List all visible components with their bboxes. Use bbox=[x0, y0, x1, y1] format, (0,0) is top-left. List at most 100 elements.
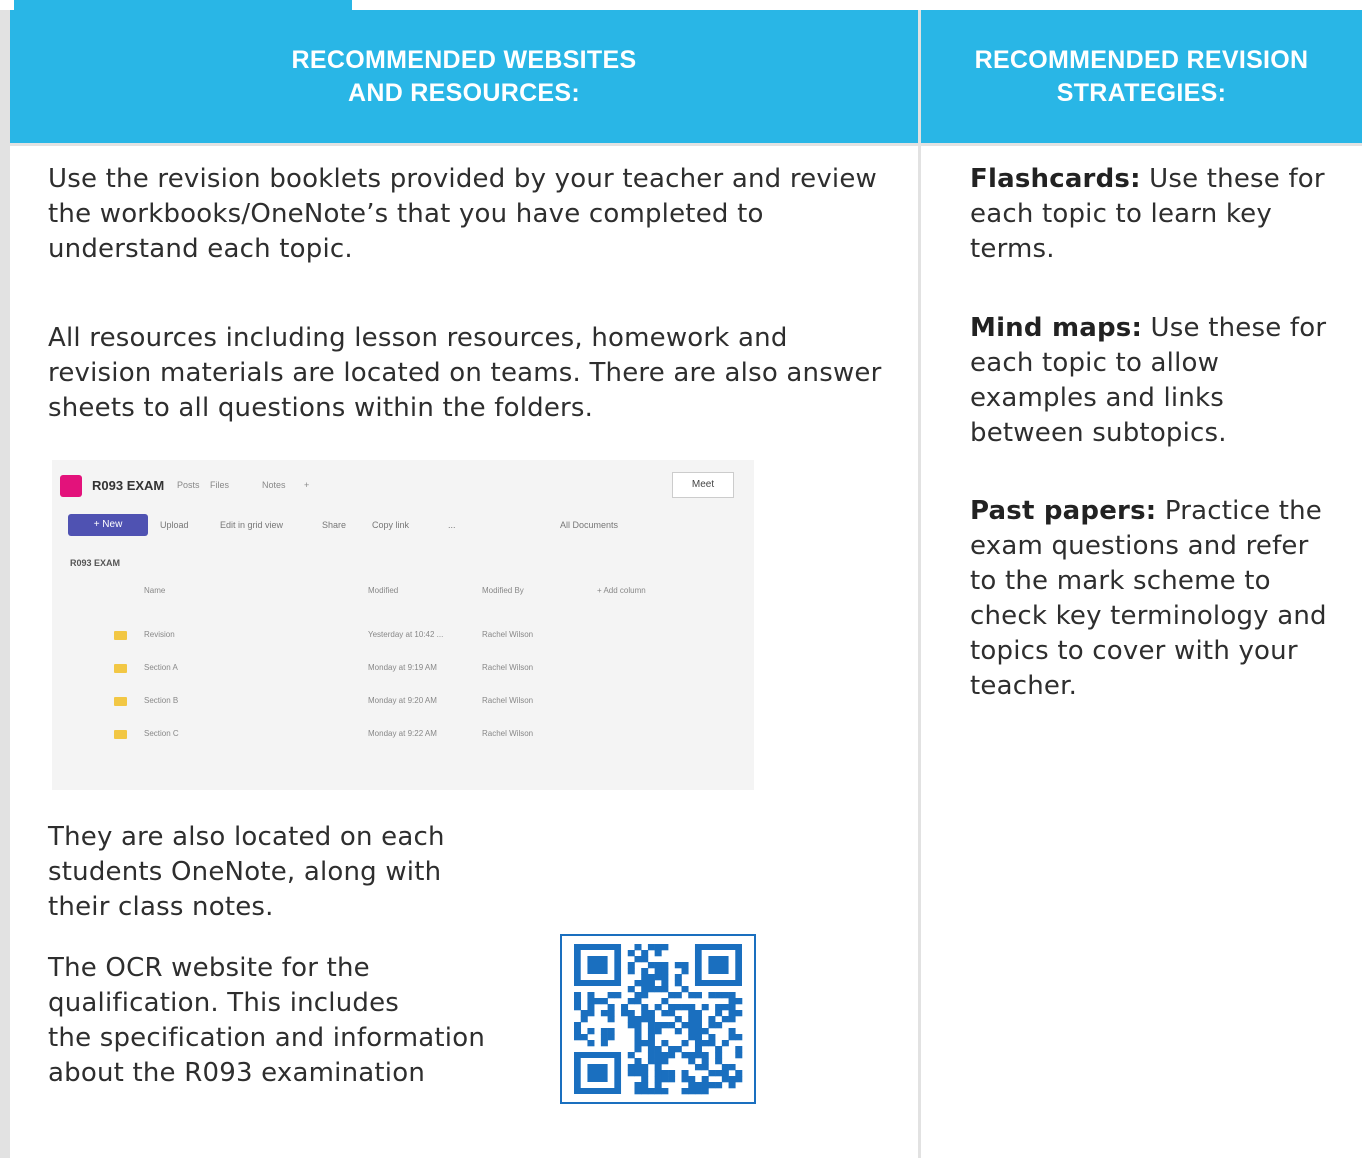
file-modified-by: Rachel Wilson bbox=[482, 630, 534, 639]
qr-module bbox=[647, 1034, 655, 1041]
toolbar-upload: Upload bbox=[160, 520, 189, 530]
qr-module bbox=[728, 1004, 736, 1011]
strategy-flashcards-title: Flashcards: bbox=[970, 164, 1141, 194]
qr-module bbox=[661, 968, 669, 975]
qr-module bbox=[681, 1076, 689, 1083]
file-name: Section C bbox=[144, 729, 179, 738]
top-tab-accent bbox=[14, 0, 352, 10]
qr-module bbox=[641, 950, 649, 957]
qr-module bbox=[708, 1070, 716, 1077]
qr-module bbox=[600, 1034, 608, 1041]
qr-module bbox=[621, 1004, 629, 1011]
qr-module bbox=[634, 998, 642, 1005]
qr-module bbox=[715, 1046, 723, 1053]
strategy-mind-maps: Mind maps: Use these for each topic to a… bbox=[970, 311, 1340, 451]
team-logo-icon bbox=[60, 475, 82, 497]
qr-module bbox=[641, 980, 649, 987]
qr-module bbox=[694, 1088, 702, 1095]
file-modified: Yesterday at 10:42 ... bbox=[368, 630, 444, 639]
qr-module bbox=[661, 1088, 669, 1095]
team-name: R093 EXAM bbox=[92, 478, 165, 493]
file-name: Revision bbox=[144, 630, 175, 639]
qr-module bbox=[721, 1016, 729, 1023]
left-border bbox=[0, 10, 10, 1158]
qr-module bbox=[694, 1052, 702, 1059]
qr-module bbox=[600, 1028, 608, 1035]
qr-module bbox=[647, 1010, 655, 1017]
qr-module bbox=[627, 1016, 635, 1023]
qr-module bbox=[735, 1052, 743, 1059]
qr-module bbox=[668, 1046, 676, 1053]
file-row: Section B Monday at 9:20 AM Rachel Wilso… bbox=[52, 684, 754, 716]
qr-module bbox=[708, 1034, 716, 1041]
qr-module bbox=[688, 1052, 696, 1059]
qr-module bbox=[647, 1028, 655, 1035]
qr-module bbox=[587, 992, 595, 999]
qr-module bbox=[694, 1028, 702, 1035]
qr-module bbox=[721, 1004, 729, 1011]
folder-icon bbox=[114, 697, 127, 706]
qr-module bbox=[627, 1064, 635, 1071]
qr-module bbox=[634, 992, 642, 999]
qr-module bbox=[607, 992, 615, 999]
qr-module bbox=[607, 1010, 615, 1017]
file-modified-by: Rachel Wilson bbox=[482, 729, 534, 738]
resources-paragraph-ocr: The OCR website for the qualification. T… bbox=[48, 953, 486, 1088]
qr-module bbox=[641, 992, 649, 999]
qr-module bbox=[641, 1088, 649, 1095]
qr-module bbox=[600, 1040, 608, 1047]
qr-module bbox=[728, 1064, 736, 1071]
qr-module bbox=[708, 1016, 716, 1023]
qr-module bbox=[688, 1004, 696, 1011]
qr-module bbox=[654, 1028, 662, 1035]
qr-module bbox=[654, 1052, 662, 1059]
header-left-line2: AND RESOURCES: bbox=[348, 78, 580, 107]
qr-module bbox=[681, 1070, 689, 1077]
qr-module bbox=[627, 1022, 635, 1029]
qr-module bbox=[647, 1058, 655, 1065]
qr-module bbox=[634, 1058, 642, 1065]
qr-module bbox=[641, 974, 649, 981]
qr-module bbox=[634, 1028, 642, 1035]
qr-module bbox=[647, 986, 655, 993]
qr-module bbox=[668, 1022, 676, 1029]
qr-module bbox=[627, 1010, 635, 1017]
qr-module bbox=[654, 974, 662, 981]
qr-code-icon[interactable] bbox=[560, 934, 756, 1104]
qr-module bbox=[728, 1010, 736, 1017]
qr-module bbox=[641, 1016, 649, 1023]
qr-module bbox=[627, 1070, 635, 1077]
strategy-past-papers-text: Practice the exam questions and refer to… bbox=[970, 496, 1327, 701]
qr-module bbox=[654, 1076, 662, 1083]
file-row: Revision Yesterday at 10:42 ... Rachel W… bbox=[52, 618, 754, 650]
qr-module bbox=[587, 1010, 595, 1017]
qr-module bbox=[654, 1070, 662, 1077]
tab-add: + bbox=[304, 480, 310, 490]
strategy-flashcards: Flashcards: Use these for each topic to … bbox=[970, 162, 1340, 267]
qr-module bbox=[674, 1028, 682, 1035]
qr-module bbox=[580, 1016, 588, 1023]
qr-module bbox=[688, 1028, 696, 1035]
qr-module bbox=[580, 1034, 588, 1041]
qr-module bbox=[668, 1070, 676, 1077]
qr-module bbox=[694, 1016, 702, 1023]
qr-module bbox=[735, 1046, 743, 1053]
file-modified-by: Rachel Wilson bbox=[482, 696, 534, 705]
qr-module bbox=[708, 992, 716, 999]
strategy-past-papers-title: Past papers: bbox=[970, 496, 1157, 526]
qr-module bbox=[654, 968, 662, 975]
qr-module bbox=[694, 1082, 702, 1089]
qr-module bbox=[614, 992, 622, 999]
qr-module bbox=[701, 1040, 709, 1047]
qr-module bbox=[681, 1088, 689, 1095]
qr-module bbox=[701, 1052, 709, 1059]
qr-module bbox=[715, 1082, 723, 1089]
strategy-past-papers: Past papers: Practice the exam questions… bbox=[970, 494, 1340, 704]
qr-module bbox=[661, 980, 669, 987]
qr-module bbox=[681, 1022, 689, 1029]
qr-module bbox=[661, 1052, 669, 1059]
qr-module bbox=[735, 1034, 743, 1041]
qr-module bbox=[688, 1022, 696, 1029]
qr-module bbox=[728, 1016, 736, 1023]
qr-module bbox=[681, 962, 689, 969]
